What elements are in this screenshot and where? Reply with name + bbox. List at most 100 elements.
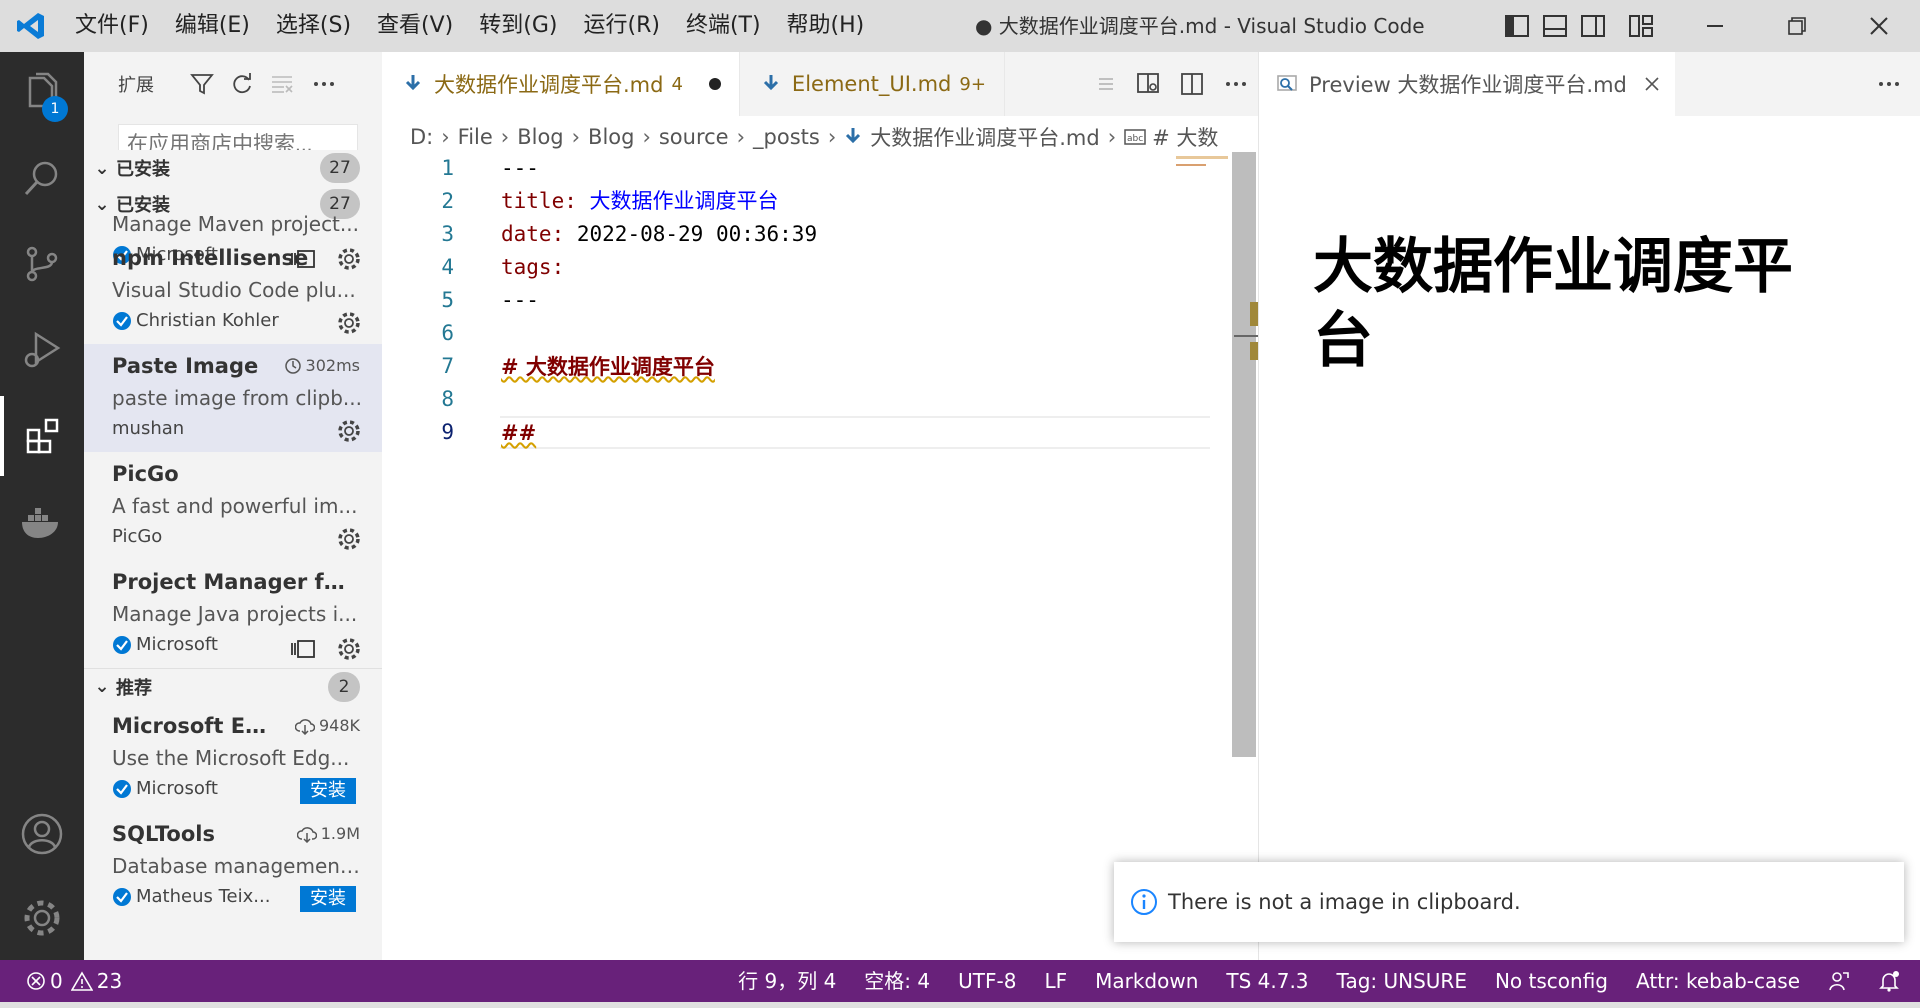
manage-gear-icon[interactable] [336,310,362,336]
menu-view[interactable]: 查看(V) [364,0,466,52]
accounts-icon[interactable] [0,794,84,874]
breadcrumb-item[interactable]: Blog [588,125,634,149]
tab-active-file[interactable]: 大数据作业调度平台.md 4 [382,52,740,116]
end-of-line[interactable]: LF [1030,960,1081,1002]
cloud-download-icon [296,826,317,843]
recommended-count: 2 [328,672,360,702]
toggle-panel-icon[interactable] [1536,0,1574,52]
breadcrumb-item[interactable]: D: [410,125,433,149]
search-icon[interactable] [0,138,84,218]
list-item[interactable]: PicGo A fast and powerful im... PicGo [84,452,382,560]
tab-preview[interactable]: Preview 大数据作业调度平台.md [1259,52,1675,116]
manage-gear-icon[interactable] [336,636,362,662]
language-mode[interactable]: Markdown [1081,960,1212,1002]
split-editor-icon[interactable] [1170,52,1214,116]
toggle-secondary-sidebar-icon[interactable] [1574,0,1612,52]
explorer-badge: 1 [42,96,68,122]
markdown-file-icon [846,128,861,144]
vertical-scrollbar[interactable] [1232,152,1256,757]
clear-results-icon[interactable] [268,70,296,98]
run-debug-icon[interactable] [0,310,84,390]
problems-status[interactable]: 0 23 [0,960,136,1002]
more-actions-icon[interactable] [1214,52,1258,116]
install-button[interactable]: 安装 [300,778,356,804]
warning-icon [70,971,93,991]
customize-layout-icon[interactable] [1622,0,1660,52]
close-tab-icon[interactable] [1643,75,1661,93]
menu-terminal[interactable]: 终端(T) [673,0,774,52]
docker-icon[interactable] [0,482,84,562]
menu-edit[interactable]: 编辑(E) [162,0,263,52]
extension-publisher: Microsoft [112,778,218,799]
tab-element-ui[interactable]: Element_UI.md 9+ [740,52,1005,116]
menu-bar: 文件(F) 编辑(E) 选择(S) 查看(V) 转到(G) 运行(R) 终端(T… [62,0,877,52]
verified-icon [113,887,131,906]
notification-toast[interactable]: There is not a image in clipboard. [1114,862,1904,942]
svg-text:abc: abc [1127,134,1143,144]
code-editor[interactable]: 1 --- 2 title: 大数据作业调度平台 3 date: 2022-08-29… [382,152,1232,449]
manage-gear-icon[interactable] [336,526,362,552]
breadcrumb-item[interactable]: # 大数 [1152,122,1218,152]
menu-run[interactable]: 运行(R) [570,0,672,52]
list-item[interactable]: Paste Image 302ms paste image from clipb… [84,344,382,452]
refresh-icon[interactable] [228,70,256,98]
breadcrumb-item[interactable]: File [458,125,493,149]
open-preview-icon[interactable] [1086,52,1126,116]
tsconfig-status[interactable]: No tsconfig [1481,960,1622,1002]
menu-file[interactable]: 文件(F) [62,0,162,52]
cursor-position[interactable]: 行 9，列 4 [724,960,850,1002]
source-control-icon[interactable] [0,224,84,304]
encoding[interactable]: UTF-8 [944,960,1030,1002]
extension-name: Project Manager for ... [112,570,352,594]
breadcrumb-item[interactable]: 大数据作业调度平台.md [870,122,1099,152]
breadcrumb-item[interactable]: Blog [517,125,563,149]
breadcrumb-item[interactable]: _posts [753,125,820,149]
extension-description: Manage Java projects i... [112,602,358,626]
filter-icon[interactable] [188,70,216,98]
code-line: # 大数据作业调度平台 [501,354,715,379]
extension-publisher: Microsoft [112,634,218,655]
error-icon [27,972,45,990]
activation-time: 302ms [284,356,360,375]
extensions-icon[interactable] [0,396,84,476]
toggle-sidebar-icon[interactable] [1498,0,1536,52]
close-window-icon[interactable] [1838,0,1920,52]
indentation[interactable]: 空格: 4 [850,960,944,1002]
extension-publisher: Christian Kohler [112,310,279,331]
menu-selection[interactable]: 选择(S) [263,0,364,52]
recommended-section-header[interactable]: ⌄ 推荐 2 [84,668,382,704]
tab-bar: Preview 大数据作业调度平台.md [1259,52,1920,116]
list-item[interactable]: npm Intellisense Visual Studio Code plu.… [84,236,382,344]
install-button[interactable]: 安装 [300,886,356,912]
code-line: ## [501,420,537,445]
extensions-sidebar: 扩展 ⌄ 已安装 27 Manage Maven project... Micr… [84,52,382,960]
feedback-icon[interactable] [1814,960,1864,1002]
notifications-bell-icon[interactable] [1864,960,1920,1002]
explorer-icon[interactable]: 1 [0,52,84,132]
list-item[interactable]: Microsoft Ed... 948K Use the Microsoft E… [84,704,382,812]
extension-description: Manage Maven project... [112,212,359,236]
menu-help[interactable]: 帮助(H) [774,0,878,52]
more-actions-icon[interactable] [1877,72,1901,100]
menu-go[interactable]: 转到(G) [466,0,570,52]
typescript-version[interactable]: TS 4.7.3 [1212,960,1322,1002]
breadcrumb-item[interactable]: source [659,125,729,149]
window-title: ● 大数据作业调度平台.md - Visual Studio Code [975,14,1425,38]
extension-publisher: Matheus Teix... [112,886,270,907]
more-actions-icon[interactable] [310,70,338,98]
manage-gear-icon[interactable] [0,878,84,958]
restore-icon[interactable] [1756,0,1838,52]
list-item[interactable]: Project Manager for ... Manage Java proj… [84,560,382,668]
download-count: 1.9M [296,824,360,843]
manage-gear-icon[interactable] [336,418,362,444]
attr-status[interactable]: Attr: kebab-case [1622,960,1814,1002]
preview-side-icon[interactable] [1126,52,1170,116]
extension-description: paste image from clipb... [112,386,362,410]
installed-section-header[interactable]: ⌄ 已安装 27 [84,150,382,186]
activity-bar: 1 [0,52,84,960]
tag-status[interactable]: Tag: UNSURE [1323,960,1481,1002]
minimize-icon[interactable] [1674,0,1756,52]
list-item[interactable]: SQLTools 1.9M Database management... Mat… [84,812,382,920]
cloud-download-icon [294,718,315,735]
chevron-down-icon: ⌄ [94,676,110,697]
